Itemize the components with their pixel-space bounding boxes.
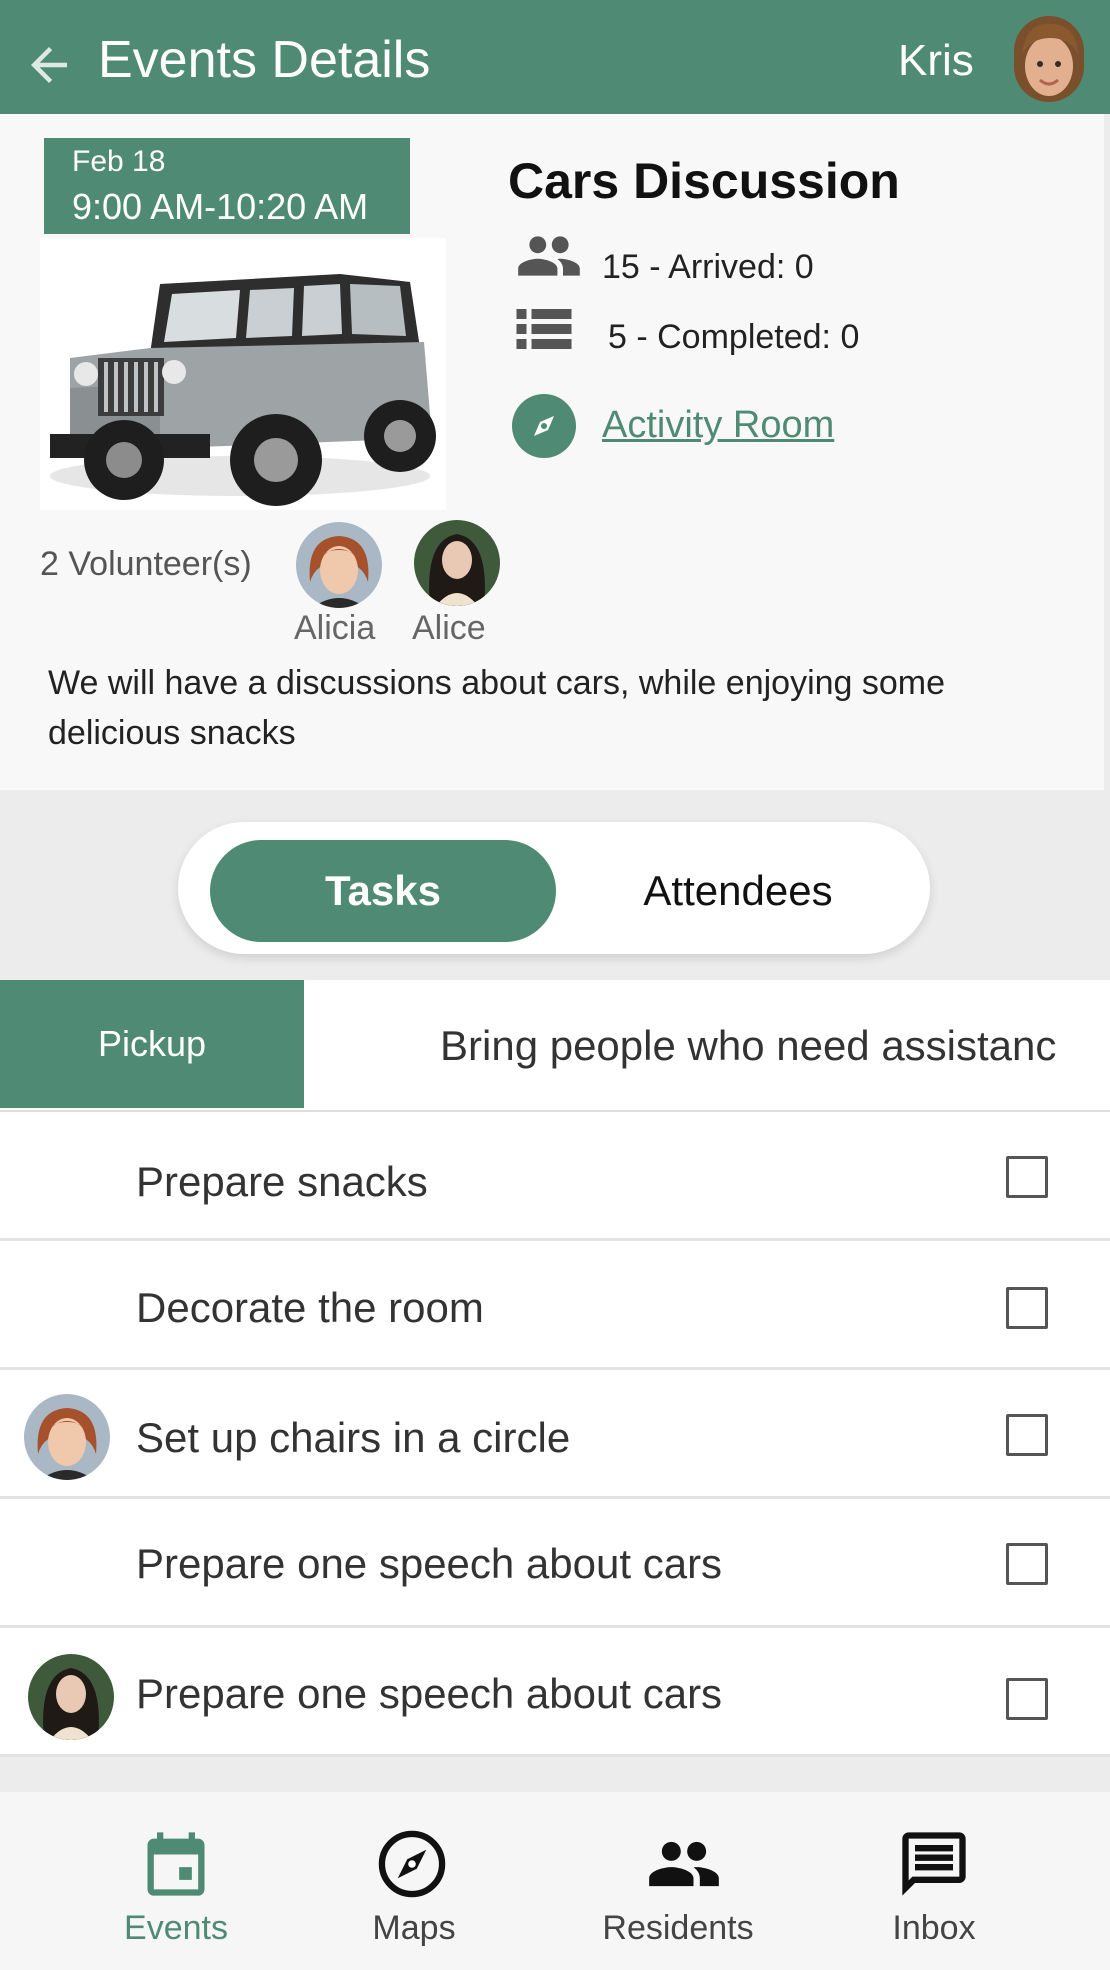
calendar-icon[interactable] <box>138 1826 214 1902</box>
task-label: Prepare one speech about cars <box>136 1540 723 1587</box>
compass-icon[interactable] <box>374 1826 450 1902</box>
nav-inbox[interactable]: Inbox <box>844 1908 1024 1948</box>
task-label: Prepare snacks <box>136 1158 428 1205</box>
task-label: Set up chairs in a circle <box>136 1414 571 1461</box>
task-label: Decorate the room <box>136 1284 484 1331</box>
pickup-description: Bring people who need assistanc <box>440 1022 1057 1069</box>
task-checkbox[interactable] <box>1006 1287 1048 1329</box>
user-avatar[interactable] <box>1014 16 1084 102</box>
volunteer-count: 2 Volunteer(s) <box>40 545 252 583</box>
attendees-stat: 15 - Arrived: 0 <box>602 248 814 286</box>
message-icon[interactable] <box>896 1826 972 1902</box>
nav-events[interactable]: Events <box>86 1908 266 1948</box>
volunteer-avatar-alice[interactable] <box>414 520 500 606</box>
volunteer-name: Alicia <box>294 609 376 647</box>
task-checkbox[interactable] <box>1006 1543 1048 1585</box>
event-time: 9:00 AM-10:20 AM <box>72 186 369 227</box>
nav-residents[interactable]: Residents <box>588 1908 768 1948</box>
people-icon <box>518 236 580 276</box>
task-checkbox[interactable] <box>1006 1678 1048 1720</box>
event-description: We will have a discussions about cars, w… <box>48 664 946 752</box>
task-checkbox[interactable] <box>1006 1156 1048 1198</box>
task-checkbox[interactable] <box>1006 1414 1048 1456</box>
nav-maps[interactable]: Maps <box>324 1908 504 1948</box>
tasks-stat: 5 - Completed: 0 <box>608 318 860 356</box>
user-name: Kris <box>898 36 974 85</box>
arrow-left-icon[interactable] <box>22 38 76 92</box>
volunteer-avatar-alicia[interactable] <box>296 522 382 608</box>
task-assignee-avatar <box>28 1654 114 1740</box>
tab-attendees[interactable]: Attendees <box>560 840 916 942</box>
event-image <box>40 238 446 510</box>
pickup-label[interactable]: Pickup <box>0 980 304 1108</box>
compass-icon <box>512 394 576 458</box>
people-icon[interactable] <box>646 1826 722 1902</box>
task-label: Prepare one speech about cars <box>136 1670 723 1717</box>
event-title: Cars Discussion <box>508 153 900 209</box>
page-title: Events Details <box>98 31 431 89</box>
event-date: Feb 18 <box>72 145 166 178</box>
task-assignee-avatar <box>24 1394 110 1480</box>
volunteer-name: Alice <box>412 609 486 647</box>
list-icon <box>516 309 572 349</box>
activity-room-link[interactable]: Activity Room <box>602 402 834 448</box>
tab-tasks[interactable]: Tasks <box>210 840 556 942</box>
